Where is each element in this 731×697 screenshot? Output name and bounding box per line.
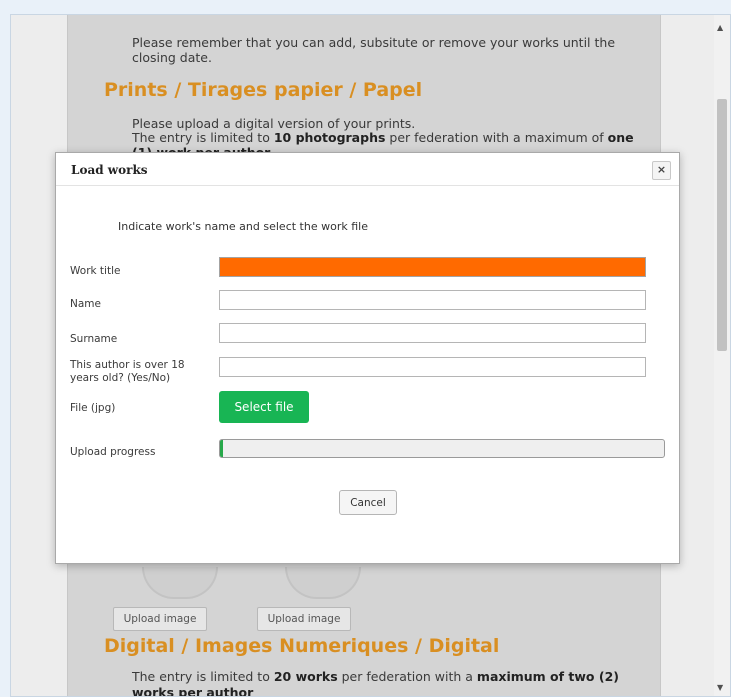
scrollbar-thumb[interactable] <box>717 99 727 351</box>
dialog-instruction: Indicate work's name and select the work… <box>118 220 368 233</box>
arrow-up-icon[interactable]: ▲ <box>717 23 723 32</box>
upload-image-button[interactable]: Upload image <box>113 607 207 631</box>
dialog-divider <box>56 185 679 186</box>
select-file-button[interactable]: Select file <box>219 391 309 423</box>
intro-text-line1: Please remember that you can add, subsit… <box>132 35 616 50</box>
upload-progress-bar <box>219 439 665 458</box>
surname-label: Surname <box>70 333 118 345</box>
close-icon[interactable]: × <box>652 161 671 180</box>
vertical-scrollbar[interactable]: ▲ ▼ <box>714 15 730 696</box>
age-input[interactable] <box>219 357 646 377</box>
dialog-title: Load works <box>71 163 148 177</box>
name-label: Name <box>70 298 101 310</box>
work-title-input[interactable] <box>219 257 646 277</box>
prints-text-line1: Please upload a digital version of your … <box>132 116 416 131</box>
arrow-down-icon[interactable]: ▼ <box>717 683 723 692</box>
work-title-label: Work title <box>70 265 121 277</box>
surname-input[interactable] <box>219 323 646 343</box>
medal-image <box>142 567 218 599</box>
upload-progress-fill <box>220 440 223 457</box>
digital-text-line1: The entry is limited to 20 works per fed… <box>132 669 619 684</box>
age-label: This author is over 18 years old? (Yes/N… <box>70 359 185 384</box>
cancel-button[interactable]: Cancel <box>339 490 397 515</box>
load-works-dialog: Load works × Indicate work's name and se… <box>55 152 680 564</box>
name-input[interactable] <box>219 290 646 310</box>
intro-text-line2: closing date. <box>132 50 212 65</box>
digital-heading: Digital / Images Numeriques / Digital <box>104 635 500 657</box>
digital-text-line2: works per author <box>132 685 254 697</box>
medal-image <box>285 567 361 599</box>
upload-progress-label: Upload progress <box>70 446 156 458</box>
file-label: File (jpg) <box>70 402 116 414</box>
upload-image-button[interactable]: Upload image <box>257 607 351 631</box>
prints-heading: Prints / Tirages papier / Papel <box>104 79 423 101</box>
prints-text-line2: The entry is limited to 10 photographs p… <box>132 130 634 145</box>
